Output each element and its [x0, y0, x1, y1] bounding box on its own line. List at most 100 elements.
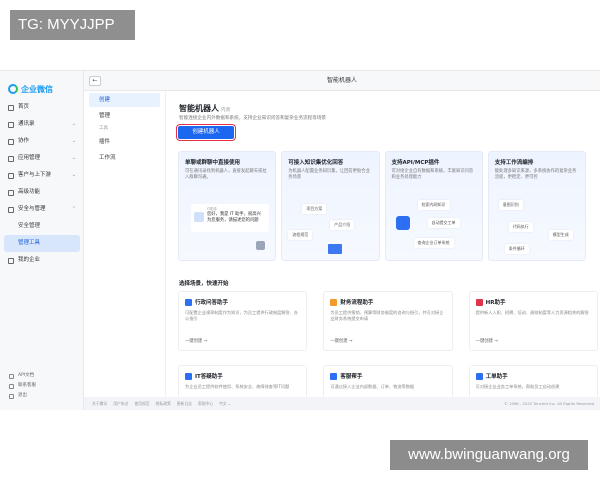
quick-start-title: 选择场景，快速开始: [179, 281, 229, 287]
left-sidebar: 企业微信 首页 通讯录 ⌄ 协作 ⌄ 应用管理 ⌄ 客户与上下游 ⌄ 高级功能 安全与管…: [0, 71, 84, 410]
book-icon: [328, 244, 343, 254]
apps-icon: [8, 156, 14, 162]
sidebar-item-security-management[interactable]: 安全管理: [4, 218, 80, 235]
scene-card-hr[interactable]: HR助手 提供新人入职、招聘、培训、绩效制度等人力资源相关的解答 一键创建 →: [468, 291, 598, 351]
main-content: 智能机器人 内测 智能连接企业内外数据和系统，支持企业知识问答和复杂业务流程等场景…: [166, 91, 600, 410]
chat-bubble: IT助手 您好，我是 IT 助手，很高兴为您服务，请描述您的问题: [191, 204, 269, 232]
sidebar-link-logout[interactable]: 退出: [4, 391, 80, 401]
back-arrow-icon[interactable]: ←: [89, 76, 101, 86]
scene-card-finance[interactable]: 财务流程助手 为员工提供报销、预算等财务制度的咨询与指引，并可对接企业财务系统提…: [323, 291, 453, 351]
one-click-create-link[interactable]: 一键创建 →: [330, 338, 352, 344]
ticket-icon: [475, 372, 483, 380]
create-robot-button[interactable]: 创建机器人: [176, 124, 236, 141]
contacts-icon: [8, 122, 14, 128]
customer-icon: [8, 173, 14, 179]
plugin-chip: 自动提交工单: [427, 218, 460, 228]
plugin-chip: 查询企业订单系统: [413, 238, 454, 248]
knowledge-chip: 流程规范: [288, 230, 313, 240]
scene-card-admin[interactable]: 行政问答助手 可配置企业规章制度作为知识，为员工提供行政制度解答、办公指引 一键…: [178, 291, 308, 351]
knowledge-chip: 产品介绍: [330, 220, 355, 230]
document-icon: [9, 374, 14, 379]
home-icon: [8, 105, 14, 111]
submenu-item-workflow[interactable]: 工作流: [89, 151, 160, 165]
copyright: © 1998 - 2025 Tencent Inc. All Rights Re…: [503, 401, 594, 406]
chevron-down-icon: ⌄: [71, 155, 76, 161]
knowledge-illustration: 项目方案 产品介绍 流程规范: [288, 198, 372, 256]
language-select[interactable]: 中文 ⌄: [219, 401, 231, 406]
app-window: 企业微信 首页 通讯录 ⌄ 协作 ⌄ 应用管理 ⌄ 客户与上下游 ⌄ 高级功能 安全与管…: [0, 70, 600, 410]
wecom-logo-icon: [8, 84, 18, 94]
sidebar-item-collab[interactable]: 协作 ⌄: [4, 133, 80, 150]
shield-icon: [8, 207, 14, 213]
logout-icon: [9, 394, 14, 399]
beta-badge: 内测: [221, 108, 230, 113]
brand-name: 企业微信: [21, 84, 53, 94]
feature-card-workflow: 支持工作流编排 能处理多知识来源，多系统协作的复杂业务流程，更稳定、更可控 意图…: [487, 151, 586, 261]
user-avatar: [256, 241, 266, 250]
tg-tag-overlay: TG: MYYJJPP: [10, 10, 135, 40]
sidebar-item-my-company[interactable]: 我的企业: [4, 252, 80, 269]
sidebar-item-contacts[interactable]: 通讯录 ⌄: [4, 116, 80, 133]
sidebar-item-security[interactable]: 安全与管理 ⌃: [4, 201, 80, 218]
feature-card-plugins: 支持API/MCP插件 可对接企业自有数据和系统，丰富知识问答和业务处理能力 检…: [384, 151, 483, 261]
sidebar-item-advanced[interactable]: 高级功能: [4, 184, 80, 201]
footer-link[interactable]: 用户协议: [113, 401, 128, 406]
plugin-illustration: 检索内网知识 自动提交工单 查询企业订单系统: [392, 198, 476, 256]
page-description: 智能连接企业内外数据和系统，支持企业知识问答和复杂业务流程等场景: [179, 116, 327, 121]
sidebar-item-apps[interactable]: 应用管理 ⌄: [4, 150, 80, 167]
page-footer: 关于腾讯 用户协议 使用规范 隐私政策 更新日志 帮助中心 中文 ⌄ © 1998 - 20…: [84, 397, 600, 410]
footer-link[interactable]: 更新日志: [177, 401, 192, 406]
footer-link[interactable]: 隐私政策: [156, 401, 171, 406]
scene-grid: 行政问答助手 可配置企业规章制度作为知识，为员工提供行政制度解答、办公指引 一键…: [178, 291, 598, 405]
hr-icon: [475, 298, 483, 306]
chevron-down-icon: ⌄: [71, 172, 76, 178]
headset-icon: [9, 384, 14, 389]
submenu-item-create[interactable]: 创建: [89, 93, 160, 107]
sidebar-nav: 首页 通讯录 ⌄ 协作 ⌄ 应用管理 ⌄ 客户与上下游 ⌄ 高级功能 安全与管理 ⌃ 安全…: [4, 99, 80, 269]
window-title: 智能机器人: [326, 77, 357, 84]
chevron-down-icon: ⌄: [71, 121, 76, 127]
footer-links: 关于腾讯 用户协议 使用规范 隐私政策 更新日志 帮助中心 中文 ⌄: [92, 397, 237, 410]
one-click-create-link[interactable]: 一键创建 →: [476, 338, 498, 344]
brand-logo[interactable]: 企业微信: [8, 83, 53, 95]
one-click-create-link[interactable]: 一键创建 →: [185, 338, 207, 344]
workflow-illustration: 意图识别 代码执行 模型生成 条件循环: [495, 198, 579, 256]
it-icon: [185, 372, 192, 380]
finance-icon: [330, 298, 338, 306]
feature-card-knowledge: 可接入知识集优化回答 为机器人配置业务知识集，让回答更贴合业务场景 项目方案 产…: [281, 151, 380, 261]
service-icon: [330, 372, 338, 380]
workflow-chip: 代码执行: [508, 222, 533, 232]
robot-submenu: 创建 管理 工具 插件 工作流: [84, 91, 166, 410]
feature-cards: 单聊或群聊中直接使用 可在通讯录找到机器人，直接发起聊天或拉入群聊沟通。 IT助…: [178, 151, 586, 261]
plugin-icon: [395, 216, 410, 230]
workflow-chip: 模型生成: [548, 230, 573, 240]
sidebar-item-customers[interactable]: 客户与上下游 ⌄: [4, 167, 80, 184]
submenu-item-manage[interactable]: 管理: [89, 109, 160, 123]
admin-icon: [185, 298, 192, 306]
knowledge-chip: 项目方案: [302, 204, 327, 214]
submenu-item-plugins[interactable]: 插件: [89, 135, 160, 149]
sidebar-link-support[interactable]: 联系客服: [4, 381, 80, 391]
footer-link[interactable]: 帮助中心: [198, 401, 213, 406]
collab-icon: [8, 139, 14, 145]
chat-illustration: IT助手 您好，我是 IT 助手，很高兴为您服务，请描述您的问题: [185, 198, 269, 256]
screenshot-root: TG: MYYJJPP 企业微信 首页 通讯录 ⌄ 协作 ⌄ 应用管理 ⌄ 客户与上下…: [0, 0, 600, 480]
footer-link[interactable]: 关于腾讯: [92, 401, 107, 406]
sidebar-footer: API文档 联系客服 退出: [4, 371, 80, 401]
bot-avatar: [194, 212, 204, 222]
feature-card-chat: 单聊或群聊中直接使用 可在通讯录找到机器人，直接发起聊天或拉入群聊沟通。 IT助…: [178, 151, 277, 261]
submenu-group-label: 工具: [99, 126, 108, 131]
window-titlebar: 智能机器人 ←: [84, 71, 600, 91]
chevron-up-icon: ⌃: [71, 206, 76, 212]
workflow-chip: 条件循环: [504, 244, 529, 254]
footer-link[interactable]: 使用规范: [134, 401, 149, 406]
page-title: 智能机器人 内测: [179, 104, 230, 113]
workflow-chip: 意图识别: [498, 200, 523, 210]
sidebar-item-home[interactable]: 首页: [4, 99, 80, 116]
chevron-down-icon: ⌄: [71, 138, 76, 144]
sidebar-item-management-tools[interactable]: 管理工具: [4, 235, 80, 252]
advanced-icon: [8, 190, 14, 196]
plugin-chip: 检索内网知识: [417, 200, 450, 210]
sidebar-link-api-docs[interactable]: API文档: [4, 371, 80, 381]
company-icon: [8, 258, 14, 264]
